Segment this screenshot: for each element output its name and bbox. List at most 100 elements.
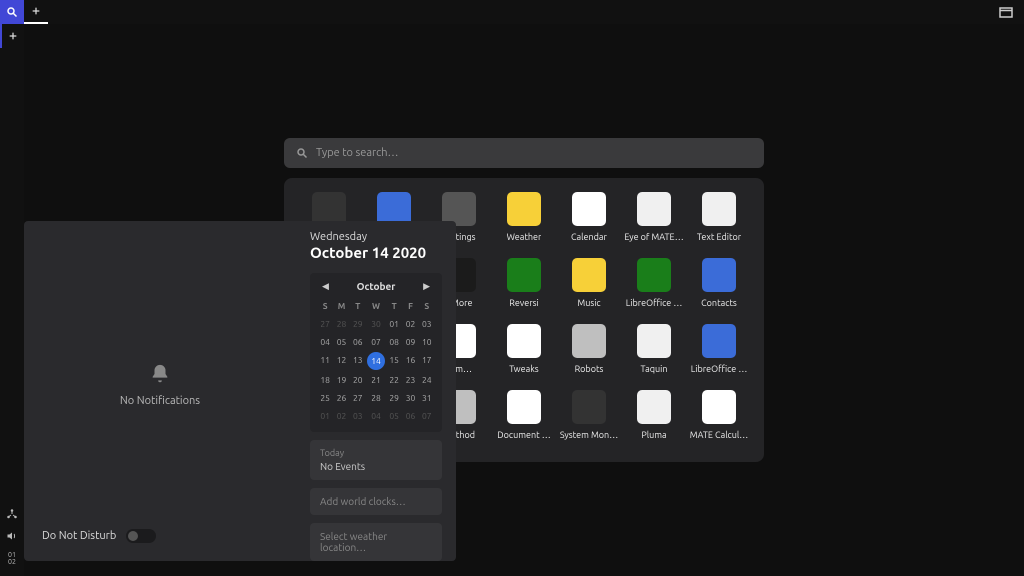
app-icon xyxy=(637,324,671,358)
calendar-day[interactable]: 16 xyxy=(403,352,417,370)
app-weather[interactable]: Weather xyxy=(493,192,555,242)
weather-location-button[interactable]: Select weather location… xyxy=(310,523,442,561)
calendar-day[interactable]: 02 xyxy=(334,408,348,424)
app-label: LibreOffice … xyxy=(691,364,748,374)
calendar-day[interactable]: 30 xyxy=(367,316,385,332)
calendar-day[interactable]: 17 xyxy=(420,352,434,370)
calendar-month-label: October xyxy=(357,281,396,292)
app-contacts[interactable]: Contacts xyxy=(688,258,750,308)
app-taquin[interactable]: Taquin xyxy=(623,324,685,374)
calendar-dow: T xyxy=(351,298,365,314)
app-eye-of-mate-[interactable]: Eye of MATE… xyxy=(623,192,685,242)
add-workspace-button[interactable] xyxy=(0,24,24,48)
date-indicator[interactable]: 0102 xyxy=(8,552,16,566)
app-libreoffice-[interactable]: LibreOffice … xyxy=(688,324,750,374)
calendar-day[interactable]: 06 xyxy=(403,408,417,424)
calendar-day[interactable]: 27 xyxy=(318,316,332,332)
next-month-button[interactable]: ▶ xyxy=(423,281,430,292)
calendar-day[interactable]: 07 xyxy=(367,334,385,350)
calendar-day[interactable]: 03 xyxy=(420,316,434,332)
app-label: System Mon… xyxy=(560,430,618,440)
volume-icon[interactable] xyxy=(6,530,18,542)
events-box[interactable]: Today No Events xyxy=(310,440,442,480)
calendar-day[interactable]: 04 xyxy=(367,408,385,424)
events-header: Today xyxy=(320,448,432,458)
app-label: Tweaks xyxy=(509,364,538,374)
app-icon xyxy=(702,324,736,358)
app-reversi[interactable]: Reversi xyxy=(493,258,555,308)
dnd-toggle[interactable] xyxy=(126,529,156,543)
app-label: Contacts xyxy=(701,298,737,308)
calendar-day[interactable]: 03 xyxy=(351,408,365,424)
network-icon[interactable] xyxy=(6,508,18,520)
calendar-day[interactable]: 09 xyxy=(403,334,417,350)
app-text-editor[interactable]: Text Editor xyxy=(688,192,750,242)
app-icon xyxy=(702,390,736,424)
app-tweaks[interactable]: Tweaks xyxy=(493,324,555,374)
calendar-day[interactable]: 04 xyxy=(318,334,332,350)
app-icon xyxy=(572,258,606,292)
calendar-day[interactable]: 18 xyxy=(318,372,332,388)
app-system-mon-[interactable]: System Mon… xyxy=(558,390,620,440)
app-label: Text Editor xyxy=(697,232,741,242)
calendar-day[interactable]: 31 xyxy=(420,390,434,406)
calendar-day[interactable]: 26 xyxy=(334,390,348,406)
no-notifications-label: No Notifications xyxy=(120,395,200,407)
calendar-day[interactable]: 29 xyxy=(387,390,401,406)
app-icon xyxy=(637,192,671,226)
world-clocks-button[interactable]: Add world clocks… xyxy=(310,488,442,515)
calendar-day[interactable]: 30 xyxy=(403,390,417,406)
calendar-dow: W xyxy=(367,298,385,314)
app-calendar[interactable]: Calendar xyxy=(558,192,620,242)
app-document-[interactable]: Document … xyxy=(493,390,555,440)
calendar-day[interactable]: 13 xyxy=(351,352,365,370)
calendar-day[interactable]: 28 xyxy=(367,390,385,406)
calendar-day[interactable]: 19 xyxy=(334,372,348,388)
app-icon xyxy=(507,192,541,226)
calendar-day[interactable]: 02 xyxy=(403,316,417,332)
app-label: Weather xyxy=(507,232,542,242)
plus-icon xyxy=(31,6,41,16)
calendar-day[interactable]: 05 xyxy=(334,334,348,350)
calendar-day[interactable]: 20 xyxy=(351,372,365,388)
search-input[interactable] xyxy=(316,147,752,159)
calendar-day[interactable]: 28 xyxy=(334,316,348,332)
launcher-search[interactable] xyxy=(284,138,764,168)
calendar-day[interactable]: 24 xyxy=(420,372,434,388)
calendar-day[interactable]: 25 xyxy=(318,390,332,406)
app-icon xyxy=(637,390,671,424)
app-icon xyxy=(572,192,606,226)
app-music[interactable]: Music xyxy=(558,258,620,308)
calendar-day[interactable]: 15 xyxy=(387,352,401,370)
calendar-day[interactable]: 01 xyxy=(387,316,401,332)
calendar-day[interactable]: 11 xyxy=(318,352,332,370)
calendar-day[interactable]: 29 xyxy=(351,316,365,332)
prev-month-button[interactable]: ◀ xyxy=(322,281,329,292)
app-label: Calendar xyxy=(571,232,607,242)
calendar-dow: M xyxy=(334,298,348,314)
calendar-day[interactable]: 27 xyxy=(351,390,365,406)
calendar-day[interactable]: 07 xyxy=(420,408,434,424)
calendar-day[interactable]: 14 xyxy=(367,352,385,370)
app-mate-calcul-[interactable]: MATE Calcul… xyxy=(688,390,750,440)
calendar-day[interactable]: 01 xyxy=(318,408,332,424)
calendar-day[interactable]: 23 xyxy=(403,372,417,388)
app-robots[interactable]: Robots xyxy=(558,324,620,374)
calendar-day[interactable]: 10 xyxy=(420,334,434,350)
new-window-button[interactable] xyxy=(24,0,48,24)
app-label: Taquin xyxy=(640,364,667,374)
calendar-day[interactable]: 06 xyxy=(351,334,365,350)
notification-panel: No Notifications Do Not Disturb Wednesda… xyxy=(24,221,456,561)
calendar-day[interactable]: 05 xyxy=(387,408,401,424)
activities-search-button[interactable] xyxy=(0,0,24,24)
calendar-day[interactable]: 22 xyxy=(387,372,401,388)
calendar-day[interactable]: 12 xyxy=(334,352,348,370)
calendar-column: Wednesday October 14 2020 ◀ October ▶ SM… xyxy=(296,221,456,561)
window-indicator[interactable] xyxy=(994,0,1018,24)
calendar-day[interactable]: 21 xyxy=(367,372,385,388)
calendar-day[interactable]: 08 xyxy=(387,334,401,350)
app-libreoffice-calc[interactable]: LibreOffice … xyxy=(623,258,685,308)
app-label: LibreOffice … xyxy=(626,298,683,308)
app-icon xyxy=(507,324,541,358)
app-pluma[interactable]: Pluma xyxy=(623,390,685,440)
